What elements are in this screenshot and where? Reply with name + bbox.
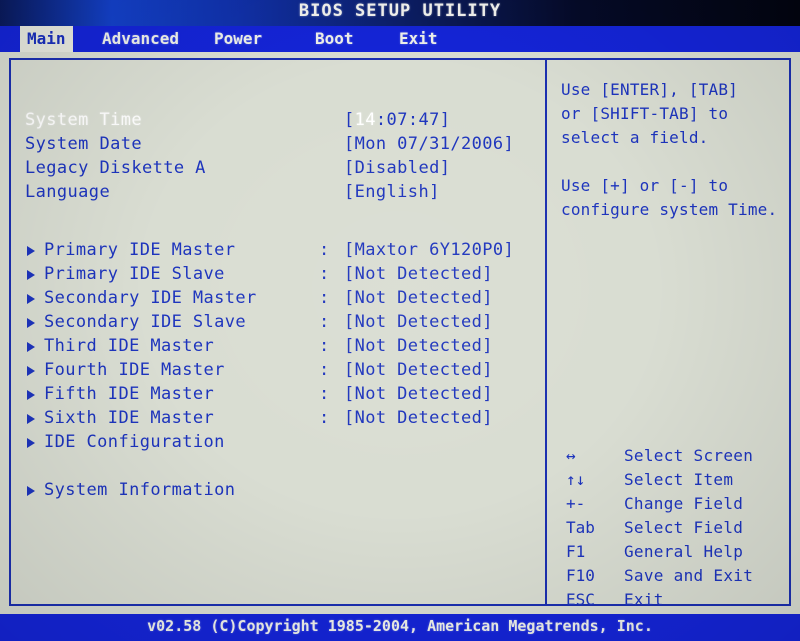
pane-divider	[545, 58, 547, 606]
submenu-label: Primary IDE Master	[44, 240, 236, 260]
device-value: [Not Detected]	[344, 312, 493, 332]
tab-boot[interactable]: Boot	[308, 26, 361, 52]
help-pane: Use [ENTER], [TAB] or [SHIFT-TAB] to selec…	[556, 60, 788, 609]
key-description: Select Screen	[624, 446, 754, 465]
active-subfield[interactable]: 14	[355, 110, 376, 130]
setting-value[interactable]: [Disabled]	[344, 156, 450, 180]
tab-power[interactable]: Power	[207, 26, 269, 52]
key-description: Change Field	[624, 494, 744, 513]
setting-value[interactable]: [Mon 07/31/2006]	[344, 132, 514, 156]
value-separator: :	[319, 360, 330, 380]
submenu-label: Primary IDE Slave	[44, 264, 225, 284]
bios-setup-screen: BIOS SETUP UTILITY Main Advanced Power Boot…	[0, 0, 800, 641]
setting-label: System Date	[25, 134, 142, 154]
chevron-right-icon	[27, 390, 35, 400]
chevron-right-icon	[27, 342, 35, 352]
help-text-line: select a field.	[561, 128, 709, 147]
tab-exit[interactable]: Exit	[392, 26, 445, 52]
title-bar: BIOS SETUP UTILITY	[0, 0, 800, 26]
chevron-right-icon	[27, 318, 35, 328]
submenu-label: System Information	[44, 480, 236, 500]
key-description: Select Item	[624, 470, 734, 489]
key-description: Select Field	[624, 518, 744, 537]
submenu-label: IDE Configuration	[44, 432, 225, 452]
device-value: [Not Detected]	[344, 408, 493, 428]
key-glyph: ↔	[566, 446, 576, 465]
device-value: [Not Detected]	[344, 264, 493, 284]
settings-pane: System Time [14:07:47] System Date [Mon 07/…	[11, 60, 543, 604]
chevron-right-icon	[27, 366, 35, 376]
setting-value[interactable]: [English]	[344, 180, 440, 204]
help-text-line: Use [+] or [-] to	[561, 176, 729, 195]
value-separator: :	[319, 408, 330, 428]
key-glyph: ESC	[566, 590, 595, 609]
value-separator: :	[319, 336, 330, 356]
submenu-label: Fifth IDE Master	[44, 384, 215, 404]
key-description: General Help	[624, 542, 744, 561]
key-glyph: F1	[566, 542, 586, 561]
submenu-label: Sixth IDE Master	[44, 408, 215, 428]
value-separator: :	[319, 288, 330, 308]
help-text-line: Use [ENTER], [TAB]	[561, 80, 738, 99]
submenu-label: Fourth IDE Master	[44, 360, 225, 380]
chevron-right-icon	[27, 270, 35, 280]
value-separator: :	[319, 312, 330, 332]
content-area: System Time [14:07:47] System Date [Mon 07/…	[0, 52, 800, 614]
setting-label: Legacy Diskette A	[25, 158, 206, 178]
tab-advanced[interactable]: Advanced	[95, 26, 186, 52]
chevron-right-icon	[27, 414, 35, 424]
device-value: [Maxtor 6Y120P0]	[344, 240, 515, 260]
device-value: [Not Detected]	[344, 360, 493, 380]
value-separator: :	[319, 264, 330, 284]
footer-bar: v02.58 (C)Copyright 1985-2004, American …	[0, 614, 800, 641]
chevron-right-icon	[27, 486, 35, 496]
setting-label: System Time	[25, 110, 142, 130]
submenu-label: Secondary IDE Master	[44, 288, 257, 308]
value-separator: :	[319, 384, 330, 404]
key-glyph: ↑↓	[566, 470, 586, 489]
copyright-text: v02.58 (C)Copyright 1985-2004, American …	[147, 617, 653, 635]
key-glyph: +-	[566, 494, 586, 513]
device-value: [Not Detected]	[344, 384, 493, 404]
device-value: [Not Detected]	[344, 288, 493, 308]
tab-main[interactable]: Main	[20, 26, 73, 52]
submenu-label: Secondary IDE Slave	[44, 312, 247, 332]
page-title: BIOS SETUP UTILITY	[298, 1, 502, 21]
key-description: Save and Exit	[624, 566, 754, 585]
help-text-line: configure system Time.	[561, 200, 778, 219]
submenu-label: Third IDE Master	[44, 336, 215, 356]
chevron-right-icon	[27, 294, 35, 304]
menu-bar: Main Advanced Power Boot Exit	[0, 26, 800, 52]
key-glyph: F10	[566, 566, 595, 585]
key-description: Exit	[624, 590, 664, 609]
help-text-line: or [SHIFT-TAB] to	[561, 104, 729, 123]
device-value: [Not Detected]	[344, 336, 493, 356]
chevron-right-icon	[27, 438, 35, 448]
chevron-right-icon	[27, 246, 35, 256]
value-separator: :	[319, 240, 330, 260]
setting-value[interactable]: [14:07:47]	[344, 108, 450, 132]
key-glyph: Tab	[566, 518, 595, 537]
setting-label: Language	[25, 182, 111, 202]
